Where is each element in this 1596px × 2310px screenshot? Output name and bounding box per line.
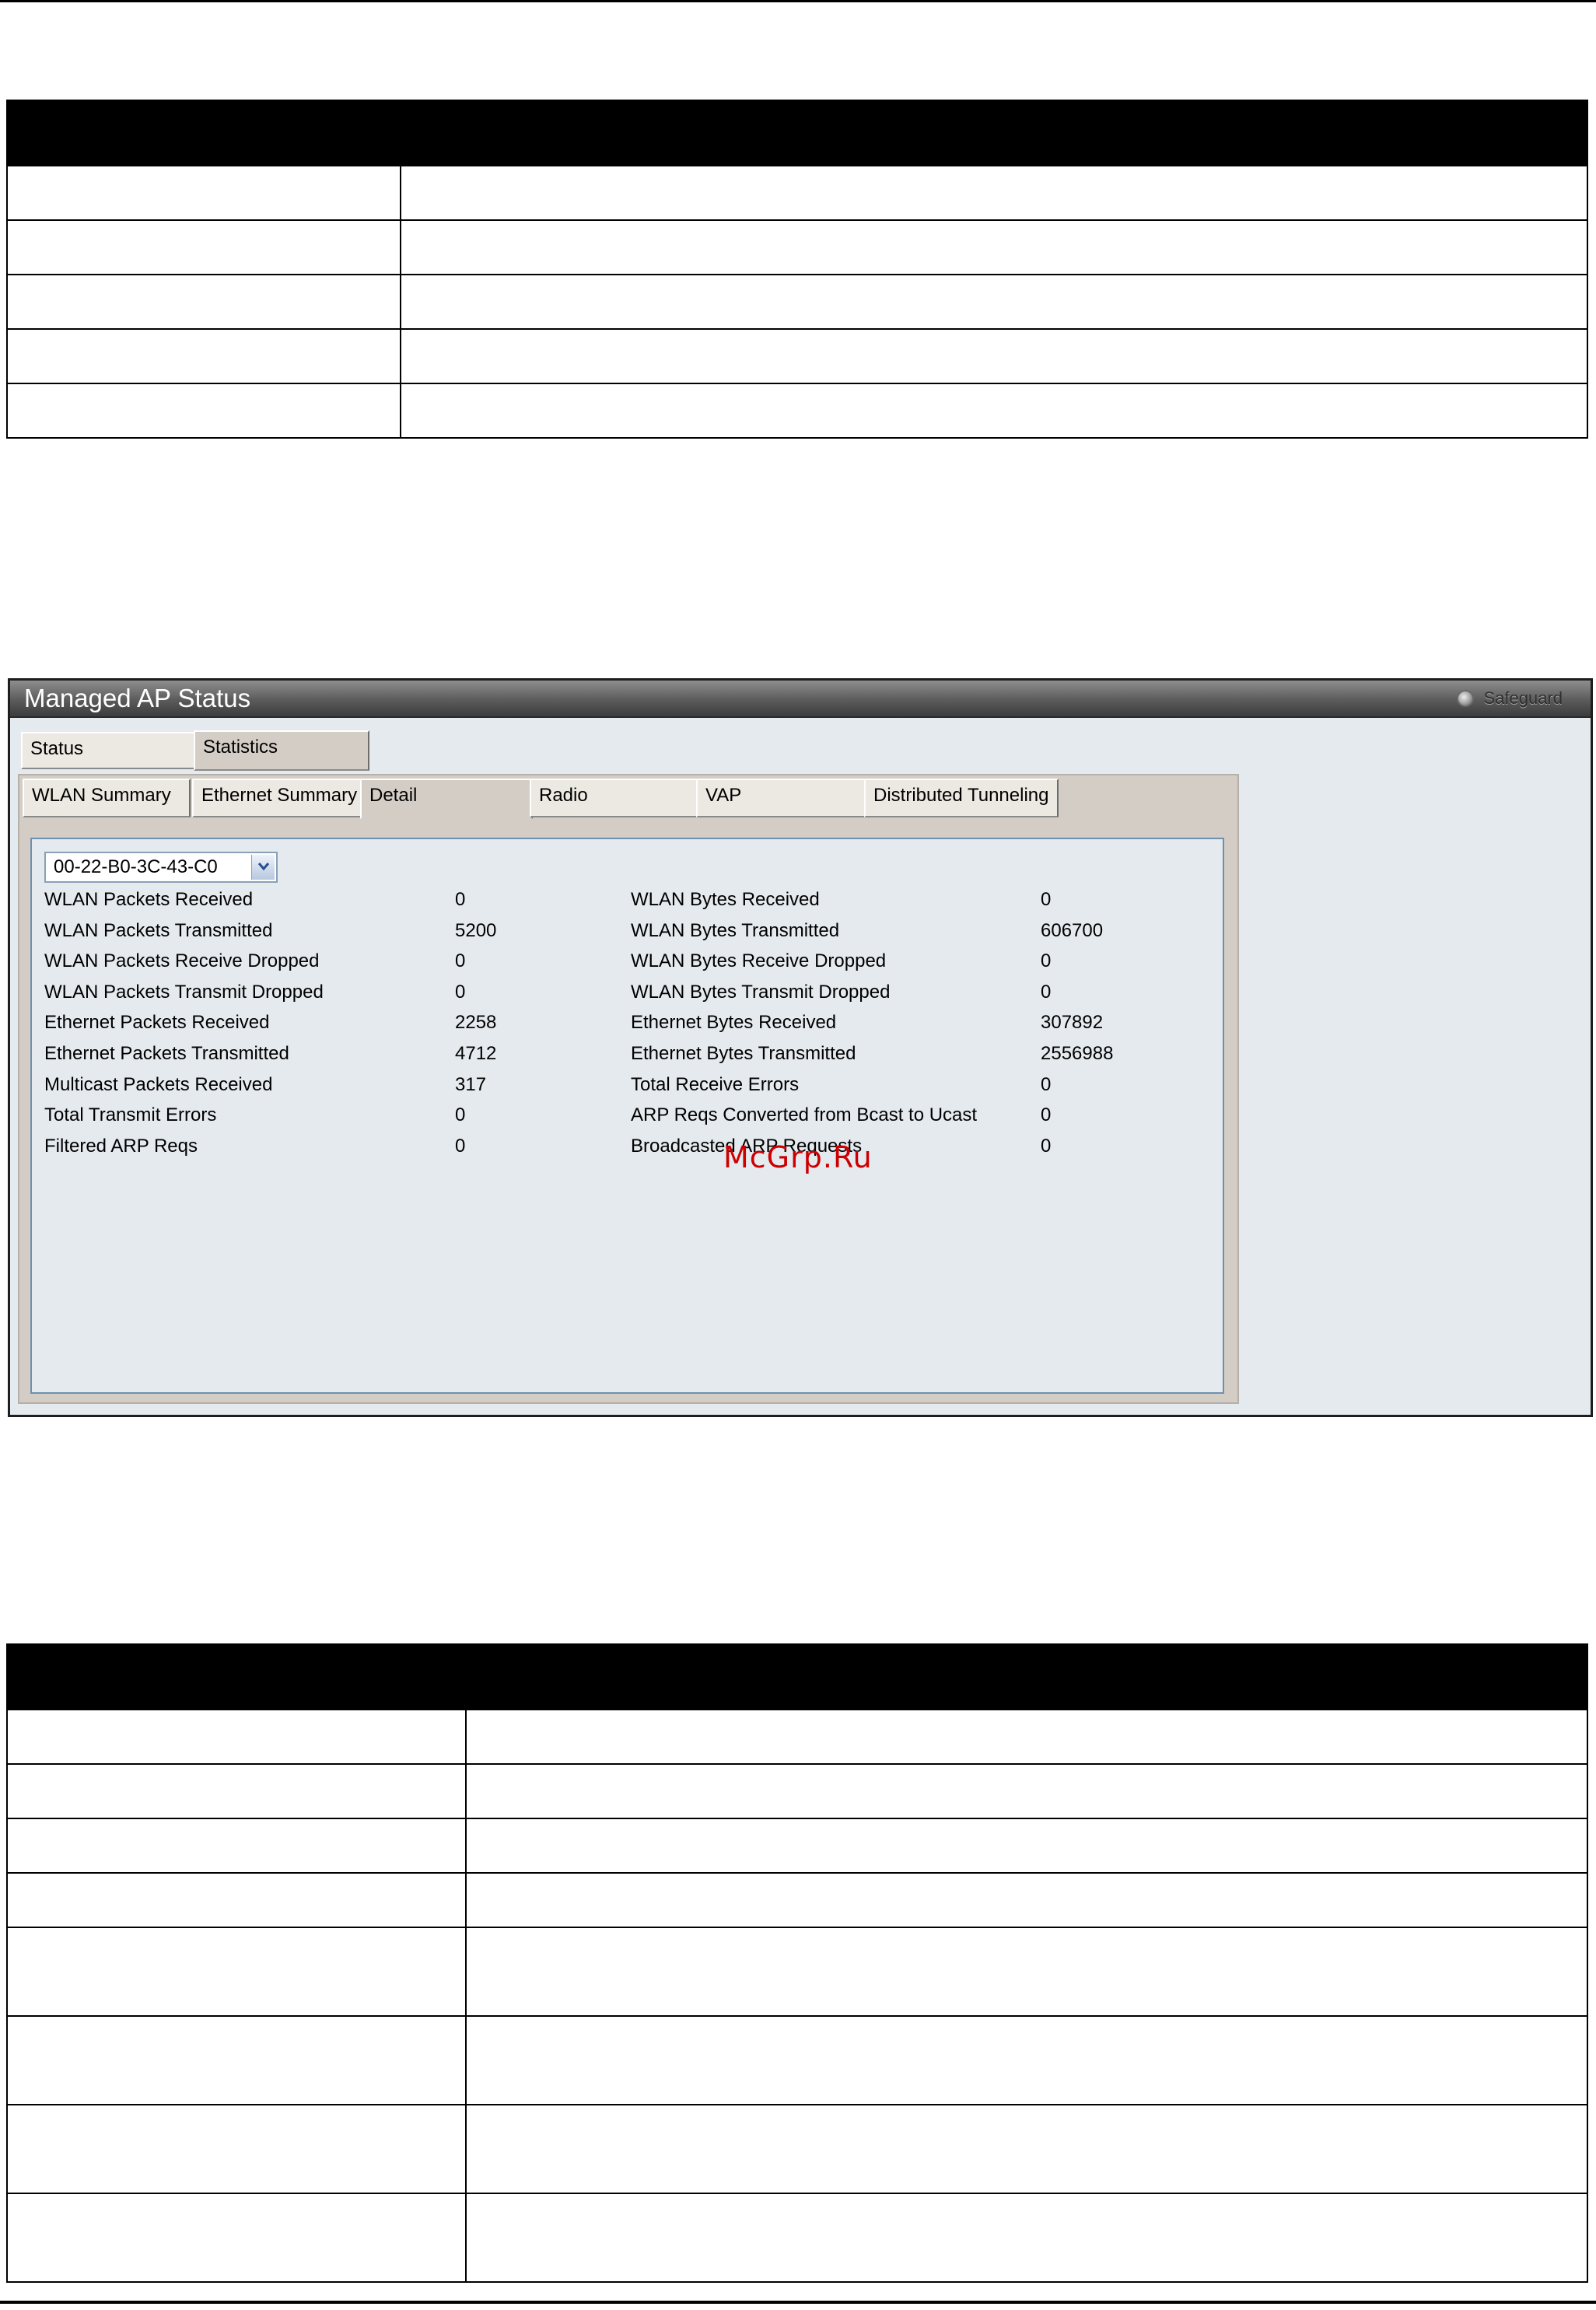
parameter-table-bottom <box>6 1643 1588 2283</box>
window-title: Managed AP Status <box>24 684 251 712</box>
stat-value: 2556988 <box>1041 1043 1114 1064</box>
subtab-vap[interactable]: VAP <box>696 779 866 817</box>
stat-value: 0 <box>455 1104 466 1126</box>
subtab-ethernet-summary[interactable]: Ethernet Summary <box>192 779 362 817</box>
stat-label: WLAN Bytes Transmit Dropped <box>631 981 891 1003</box>
ap-mac-select[interactable]: 00-22-B0-3C-43-C0 <box>44 852 278 883</box>
stat-label: Filtered ARP Reqs <box>44 1135 198 1157</box>
stat-value: 317 <box>455 1073 487 1095</box>
stat-value: 0 <box>1041 889 1052 910</box>
stat-value: 0 <box>1041 1073 1052 1095</box>
table-row <box>6 219 1588 275</box>
table-row <box>6 1927 1588 2017</box>
stat-value: 0 <box>1041 981 1052 1003</box>
stat-label: Ethernet Packets Received <box>44 1012 270 1034</box>
table-row <box>6 2015 1588 2105</box>
ap-mac-select-value: 00-22-B0-3C-43-C0 <box>54 856 218 877</box>
stat-label: WLAN Bytes Received <box>631 889 820 910</box>
table-row <box>6 1872 1588 1928</box>
watermark-text: McGrp.Ru <box>723 1140 873 1174</box>
table-row <box>6 274 1588 330</box>
stat-label: WLAN Bytes Transmitted <box>631 919 840 941</box>
stat-value: 0 <box>455 950 466 972</box>
stat-label: Total Transmit Errors <box>44 1104 217 1126</box>
parameter-table-top <box>6 100 1588 439</box>
stat-label: WLAN Packets Received <box>44 889 254 910</box>
stat-value: 2258 <box>455 1012 497 1034</box>
subtab-detail[interactable]: Detail <box>360 779 533 819</box>
safeguard-icon <box>1457 690 1475 707</box>
table-row <box>6 2193 1588 2283</box>
subtab-radio[interactable]: Radio <box>530 779 698 817</box>
tab-status[interactable]: Status <box>21 732 200 769</box>
stat-value: 0 <box>1041 1135 1052 1157</box>
table-header-row <box>6 100 1588 166</box>
statistics-content-frame: WLAN Summary Ethernet Summary Detail Rad… <box>18 774 1239 1404</box>
stat-label: WLAN Packets Transmitted <box>44 919 273 941</box>
table-row <box>6 383 1588 439</box>
stat-label: WLAN Packets Receive Dropped <box>44 950 320 972</box>
table-row <box>6 1709 1588 1765</box>
chevron-down-icon[interactable] <box>251 855 275 880</box>
stat-value: 4712 <box>455 1043 497 1064</box>
managed-ap-status-window: Managed AP Status Safeguard Status Stati… <box>8 678 1593 1417</box>
stat-value: 0 <box>455 981 466 1003</box>
stat-label: Total Receive Errors <box>631 1073 800 1095</box>
subtab-distributed-tunneling[interactable]: Distributed Tunneling <box>864 779 1059 817</box>
table-row <box>6 328 1588 384</box>
top-rule <box>0 0 1596 2</box>
stat-value: 606700 <box>1041 919 1104 941</box>
table-header-row <box>6 1643 1588 1710</box>
stat-value: 307892 <box>1041 1012 1104 1034</box>
stat-label: Ethernet Bytes Transmitted <box>631 1043 856 1064</box>
table-row <box>6 1763 1588 1819</box>
table-row <box>6 1818 1588 1874</box>
safeguard-indicator[interactable]: Safeguard <box>1457 688 1563 709</box>
stat-label: Ethernet Packets Transmitted <box>44 1043 289 1064</box>
detail-panel: 00-22-B0-3C-43-C0 WLAN Packets Received 0… <box>30 838 1224 1394</box>
stat-value: 5200 <box>455 919 497 941</box>
table-row <box>6 165 1588 221</box>
bottom-rule <box>0 2301 1596 2304</box>
stat-label: ARP Reqs Converted from Bcast to Ucast <box>631 1104 978 1126</box>
stat-value: 0 <box>455 889 466 910</box>
stat-value: 0 <box>455 1135 466 1157</box>
table-row <box>6 2104 1588 2194</box>
stat-label: WLAN Packets Transmit Dropped <box>44 981 324 1003</box>
stat-value: 0 <box>1041 950 1052 972</box>
stat-label: WLAN Bytes Receive Dropped <box>631 950 887 972</box>
window-titlebar: Managed AP Status Safeguard <box>10 681 1591 718</box>
subtab-wlan-summary[interactable]: WLAN Summary <box>23 779 191 817</box>
tab-statistics[interactable]: Statistics <box>194 730 369 771</box>
stat-value: 0 <box>1041 1104 1052 1126</box>
stat-label: Ethernet Bytes Received <box>631 1012 837 1034</box>
safeguard-label: Safeguard <box>1483 688 1563 708</box>
stat-label: Multicast Packets Received <box>44 1073 273 1095</box>
